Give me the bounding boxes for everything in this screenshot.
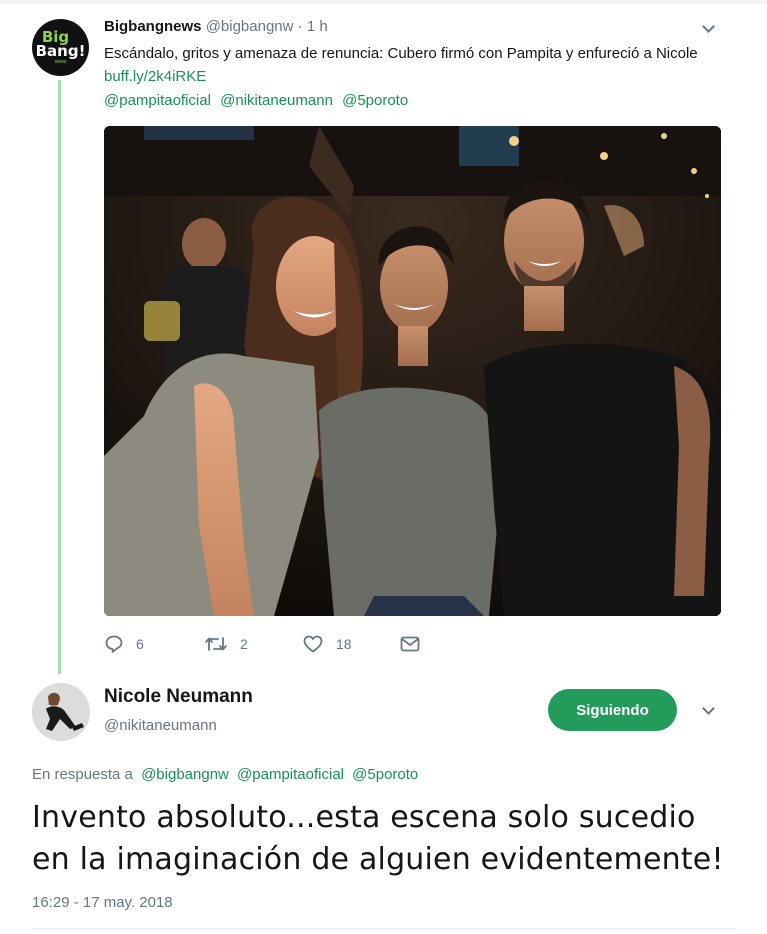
- tweet-text: Escándalo, gritos y amenaza de renuncia:…: [104, 42, 724, 88]
- chevron-down-icon[interactable]: [702, 20, 715, 33]
- avatar-logo-line2: Bang!: [35, 42, 86, 60]
- tweet-header: Bigbangnews @bigbangnw · 1 h: [104, 18, 328, 35]
- reply-icon: [105, 635, 123, 653]
- like-count: 18: [336, 636, 352, 652]
- reply-text: Invento absoluto...esta escena solo suce…: [32, 797, 732, 881]
- chevron-down-icon[interactable]: [702, 702, 715, 715]
- tweet-text-body: Escándalo, gritos y amenaza de renuncia:…: [104, 45, 698, 62]
- reply-text-line: en la imaginación de alguien evidentemen…: [32, 842, 724, 877]
- avatar-image: [32, 683, 90, 741]
- like-button[interactable]: 18: [302, 634, 352, 654]
- mention-link[interactable]: @pampitaoficial: [104, 92, 211, 109]
- reply-author-name[interactable]: Nicole Neumann: [104, 686, 253, 708]
- tweet-photo[interactable]: [104, 126, 721, 616]
- top-divider: [0, 0, 767, 4]
- avatar-logo-line3: news: [54, 59, 67, 65]
- mention-link[interactable]: @5poroto: [342, 92, 408, 109]
- retweet-count: 2: [240, 636, 248, 652]
- thread-connector: [58, 80, 61, 674]
- tweet-time[interactable]: 1 h: [307, 18, 328, 35]
- tweet-link[interactable]: buff.ly/2k4iRKE: [104, 68, 206, 85]
- mention-link[interactable]: @nikitaneumann: [220, 92, 333, 109]
- retweet-icon: [205, 637, 227, 651]
- tweet-mentions: @pampitaoficial @nikitaneumann @5poroto: [104, 92, 413, 109]
- in-reply-prefix: En respuesta a: [32, 766, 133, 783]
- reply-mention-link[interactable]: @5poroto: [352, 766, 418, 783]
- bottom-divider: [32, 928, 736, 929]
- author-handle[interactable]: @bigbangnw: [206, 18, 294, 35]
- reply-author-handle[interactable]: @nikitaneumann: [104, 717, 217, 734]
- bigbangnews-avatar[interactable]: Big Bang! news: [32, 19, 89, 76]
- author-name[interactable]: Bigbangnews: [104, 18, 202, 35]
- direct-message-icon: [400, 636, 420, 652]
- photo-illustration: [104, 126, 721, 616]
- retweet-button[interactable]: 2: [204, 634, 248, 654]
- nicole-neumann-avatar[interactable]: [32, 683, 90, 741]
- following-button[interactable]: Siguiendo: [548, 689, 677, 731]
- in-reply-to: En respuesta a @bigbangnw @pampitaoficia…: [32, 766, 418, 783]
- reply-button[interactable]: 6: [104, 634, 144, 654]
- reply-text-line: Invento absoluto...esta escena solo suce…: [32, 800, 696, 835]
- separator-dot: ·: [297, 18, 303, 35]
- reply-mention-link[interactable]: @bigbangnw: [141, 766, 229, 783]
- reply-mention-link[interactable]: @pampitaoficial: [237, 766, 344, 783]
- like-icon: [303, 635, 323, 653]
- reply-count: 6: [136, 636, 144, 652]
- reply-timestamp[interactable]: 16:29 - 17 may. 2018: [32, 894, 173, 911]
- direct-message-button[interactable]: [399, 634, 421, 654]
